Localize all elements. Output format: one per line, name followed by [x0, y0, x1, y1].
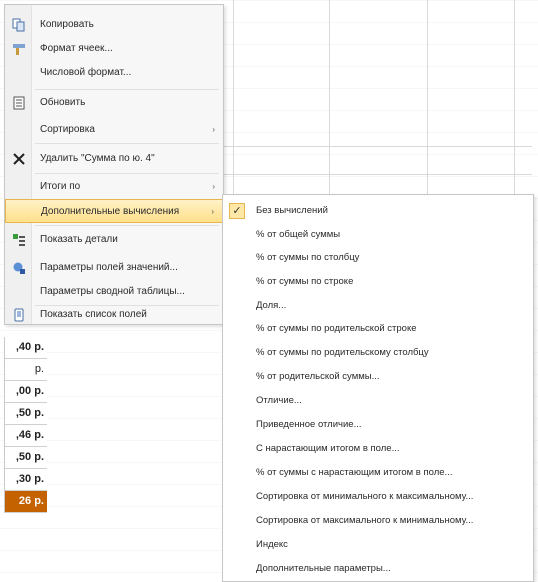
- submenu-arrow-icon: ›: [211, 207, 214, 216]
- menu-item-label: Копировать: [40, 19, 94, 30]
- menu-item-copy[interactable]: Копировать: [5, 13, 223, 37]
- submenu-item-label: % от суммы по родительской строке: [256, 323, 417, 334]
- menu-separator: [35, 143, 219, 144]
- menu-item-label: Параметры сводной таблицы...: [40, 286, 185, 297]
- grid-line: [329, 0, 330, 200]
- menu-item-label: Обновить: [40, 97, 86, 108]
- menu-item-show-field-list[interactable]: Показать список полей: [5, 303, 223, 327]
- menu-item-show-values-as[interactable]: Дополнительные вычисления ›: [5, 199, 223, 223]
- cell-value[interactable]: ,00 р.: [5, 381, 47, 403]
- submenu-item-label: % от общей суммы: [256, 229, 341, 240]
- submenu-item-label: Индекс: [256, 539, 288, 550]
- cell-value[interactable]: ,46 р.: [5, 425, 47, 447]
- value-column: ,40 р. р. ,00 р. ,50 р. ,46 р. ,50 р. ,3…: [4, 337, 47, 513]
- submenu-item-rank-largest-to-smallest[interactable]: Сортировка от максимального к минимально…: [223, 509, 533, 533]
- cell-value[interactable]: ,50 р.: [5, 403, 47, 425]
- menu-item-label: Сортировка: [40, 124, 95, 135]
- menu-item-value-field-settings[interactable]: Параметры полей значений...: [5, 256, 223, 280]
- submenu-item-label: % от родительской суммы...: [256, 371, 380, 382]
- submenu-item-label: Отличие...: [256, 395, 302, 406]
- submenu-item-label: % от суммы по родительскому столбцу: [256, 347, 429, 358]
- submenu-item-label: Доля...: [256, 300, 287, 311]
- submenu-item-percent-of[interactable]: Доля...: [223, 294, 533, 318]
- copy-icon: [12, 18, 26, 32]
- grid-line: [222, 146, 532, 147]
- menu-item-summarize-by[interactable]: Итоги по ›: [5, 175, 223, 199]
- submenu-item-running-total[interactable]: С нарастающим итогом в поле...: [223, 437, 533, 461]
- field-list-icon: [12, 308, 26, 322]
- grid-line: [222, 174, 532, 175]
- menu-item-show-details[interactable]: Показать детали: [5, 228, 223, 252]
- submenu-item-percent-row-total[interactable]: % от суммы по строке: [223, 270, 533, 294]
- submenu-item-label: Дополнительные параметры...: [256, 563, 391, 574]
- submenu-item-label: % от суммы с нарастающим итогом в поле..…: [256, 467, 453, 478]
- menu-item-label: Удалить "Сумма по ю. 4": [40, 153, 155, 164]
- menu-item-label: Показать список полей: [40, 309, 147, 320]
- menu-item-label: Числовой формат...: [40, 67, 132, 78]
- submenu-item-percent-parent-column[interactable]: % от суммы по родительскому столбцу: [223, 341, 533, 365]
- submenu-item-label: С нарастающим итогом в поле...: [256, 443, 400, 454]
- context-menu: Копировать Формат ячеек... Числовой форм…: [4, 4, 224, 325]
- menu-item-format-cells[interactable]: Формат ячеек...: [5, 37, 223, 61]
- menu-item-label: Показать детали: [40, 234, 118, 245]
- cell-value[interactable]: ,30 р.: [5, 469, 47, 491]
- submenu-item-percent-parent-total[interactable]: % от родительской суммы...: [223, 365, 533, 389]
- refresh-icon: [12, 96, 26, 110]
- format-cells-icon: [12, 42, 26, 56]
- submenu-item-percent-column-total[interactable]: % от суммы по столбцу: [223, 246, 533, 270]
- submenu-arrow-icon: ›: [212, 182, 215, 191]
- menu-separator: [35, 89, 219, 90]
- submenu-item-label: Без вычислений: [256, 205, 328, 216]
- cell-value[interactable]: р.: [5, 359, 47, 381]
- submenu-item-index[interactable]: Индекс: [223, 533, 533, 557]
- menu-item-number-format[interactable]: Числовой формат...: [5, 61, 223, 85]
- submenu-item-percent-running-total[interactable]: % от суммы с нарастающим итогом в поле..…: [223, 461, 533, 485]
- cell-value[interactable]: ,50 р.: [5, 447, 47, 469]
- grid-line: [233, 0, 234, 200]
- show-details-icon: [12, 233, 26, 247]
- menu-item-sort[interactable]: Сортировка ›: [5, 118, 223, 142]
- show-values-as-submenu: ✓ Без вычислений % от общей суммы % от с…: [222, 194, 534, 582]
- submenu-item-label: % от суммы по строке: [256, 276, 354, 287]
- submenu-item-rank-smallest-to-largest[interactable]: Сортировка от минимального к максимально…: [223, 485, 533, 509]
- submenu-item-no-calculation[interactable]: ✓ Без вычислений: [223, 199, 533, 223]
- menu-separator: [35, 225, 219, 226]
- submenu-item-percent-difference-from[interactable]: Приведенное отличие...: [223, 413, 533, 437]
- field-settings-icon: [12, 261, 26, 275]
- submenu-item-percent-grand-total[interactable]: % от общей суммы: [223, 223, 533, 247]
- submenu-item-label: Сортировка от минимального к максимально…: [256, 491, 474, 502]
- menu-separator: [35, 173, 219, 174]
- menu-item-label: Итоги по: [40, 181, 81, 192]
- delete-icon: [12, 152, 26, 166]
- submenu-item-label: % от суммы по столбцу: [256, 252, 360, 263]
- menu-item-label: Формат ячеек...: [40, 43, 113, 54]
- menu-item-label: Дополнительные вычисления: [41, 206, 180, 217]
- menu-item-label: Параметры полей значений...: [40, 262, 178, 273]
- submenu-arrow-icon: ›: [212, 125, 215, 134]
- grid-line: [427, 0, 428, 200]
- submenu-item-label: Приведенное отличие...: [256, 419, 362, 430]
- submenu-item-label: Сортировка от максимального к минимально…: [256, 515, 474, 526]
- submenu-item-difference-from[interactable]: Отличие...: [223, 389, 533, 413]
- menu-item-pivot-table-options[interactable]: Параметры сводной таблицы...: [5, 280, 223, 304]
- menu-item-delete[interactable]: Удалить "Сумма по ю. 4": [5, 147, 223, 171]
- submenu-item-percent-parent-row[interactable]: % от суммы по родительской строке: [223, 317, 533, 341]
- cell-value-selected[interactable]: 26 р.: [5, 491, 47, 513]
- grid-line: [514, 0, 515, 200]
- cell-value[interactable]: ,40 р.: [5, 337, 47, 359]
- check-icon: ✓: [229, 203, 245, 219]
- submenu-item-more-options[interactable]: Дополнительные параметры...: [223, 557, 533, 581]
- menu-item-refresh[interactable]: Обновить: [5, 91, 223, 115]
